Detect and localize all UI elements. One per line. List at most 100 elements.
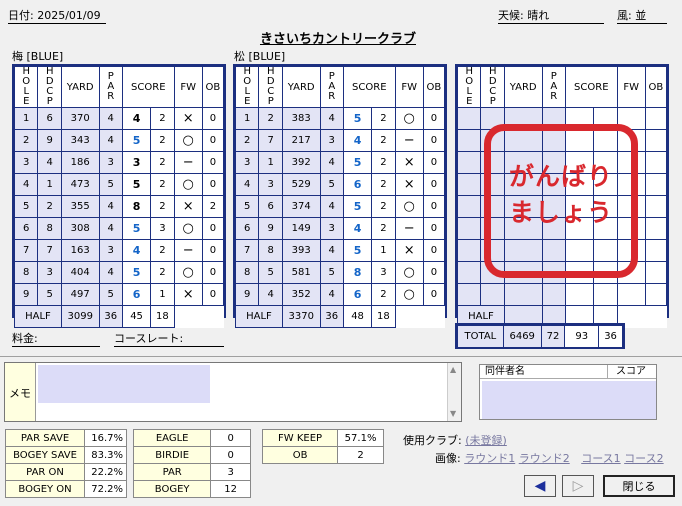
hole-row[interactable]: 2 9 343 4 5 2 ○ 0 [13,129,225,152]
close-button[interactable]: 閉じる [603,475,675,497]
hole-par: 3 [319,129,344,152]
memo-textarea[interactable] [35,363,447,421]
hole-putts: 2 [150,151,175,174]
hole-row[interactable]: 8 3 404 4 5 2 ○ 0 [13,261,225,284]
companion-name-header[interactable]: 同伴者名 [480,365,608,379]
hole-score-value: 3 [132,156,141,169]
hole-row[interactable]: 6 8 308 4 5 3 ○ 0 [13,217,225,240]
hole-row[interactable]: 9 5 497 5 6 1 × 0 [13,283,225,306]
hole-yard: 529 [281,173,321,196]
hole-putts: 2 [150,239,175,262]
hole-header: HOLE [13,66,39,108]
hole-row[interactable]: 3 4 186 3 3 2−0 [13,151,225,174]
hole-yard: 355 [60,195,100,218]
total-score: 93 [564,325,600,348]
stat-value: 2 [337,446,384,464]
hole-row[interactable]: 1 2 383 4 5 2 ○ 0 [234,107,446,130]
hole-putts: 1 [150,283,175,306]
hole-ob: 0 [422,239,446,262]
hole-ob: 0 [201,151,225,174]
prev-button[interactable]: ◀ [524,475,556,497]
stat-label: FW KEEP [261,429,339,447]
next-button[interactable]: ▷ [562,475,594,497]
hole-ob: 2 [201,195,225,218]
hole-putts: 2 [371,151,396,174]
hole-score: 5 [121,217,152,240]
stat-row: BIRDIE 0 [132,446,251,464]
hole-yard: 374 [281,195,321,218]
hole-score-value: 5 [353,112,362,125]
hole-number: 1 [13,107,39,130]
hole-fw-value: ○ [403,287,415,302]
hole-row[interactable]: 4 3 529 5 6 2 × 0 [234,173,446,196]
hole-score: 6 [342,173,373,196]
hole-putts: 2 [150,195,175,218]
hole-score: 6 [121,283,152,306]
hole-score-value: 5 [132,178,141,191]
stat-row: EAGLE 0 [132,429,251,447]
fw-header: FW [173,66,203,108]
image-round1-link[interactable]: ラウンド1 [464,452,515,465]
half-par: 36 [98,305,123,328]
hole-row[interactable]: 7 8 393 4 5 1 × 0 [234,239,446,262]
stat-value: 57.1% [337,429,384,447]
hole-score-value: 5 [132,134,141,147]
hole-score-value: 5 [353,156,362,169]
hole-ob: 0 [201,261,225,284]
companions-list[interactable]: 同伴者名 スコア [479,364,657,420]
empty-cell [456,173,482,196]
image-round2-link[interactable]: ラウンド2 [519,452,570,465]
hole-row[interactable]: 2 7 217 3 4 2−0 [234,129,446,152]
memo-box: メモ ▲ ▼ [4,362,462,422]
hole-row[interactable]: 3 1 392 4 5 2 × 0 [234,151,446,174]
hole-hdcp: 6 [37,107,62,130]
stat-row: FW KEEP 57.1% [261,429,384,447]
hole-fw-value: ○ [403,265,415,280]
hole-row[interactable] [456,283,668,306]
hole-row[interactable]: 6 9 149 3 4 2−0 [234,217,446,240]
hole-hdcp: 3 [37,261,62,284]
yard-header: YARD [281,66,321,108]
memo-scrollbar[interactable]: ▲ ▼ [447,363,461,421]
hole-par: 4 [98,107,123,130]
total-label: TOTAL [457,325,504,348]
hole-putts: 1 [371,239,396,262]
hole-row[interactable]: 4 1 473 5 5 2 ○ 0 [13,173,225,196]
yard-header: YARD [503,66,543,108]
hole-yard: 404 [60,261,100,284]
stat-row: BOGEY SAVE 83.3% [4,446,127,464]
stat-label: BOGEY ON [4,480,86,498]
ob-header: OB [201,66,225,108]
hole-ob: 0 [201,239,225,262]
image-course1-link[interactable]: コース1 [581,452,620,465]
empty-cell [456,151,482,174]
stat-value: 16.7% [84,429,127,447]
image-course2-link[interactable]: コース2 [624,452,663,465]
hole-ob: 0 [422,283,446,306]
used-clubs-link[interactable]: (未登録) [465,434,507,447]
hole-number: 5 [234,195,260,218]
companion-score-header[interactable]: スコア [608,365,656,379]
stat-row: OB 2 [261,446,384,464]
hole-yard: 383 [281,107,321,130]
hole-row[interactable]: 5 6 374 4 5 2 ○ 0 [234,195,446,218]
hole-fw-value: × [182,199,194,214]
empty-cell [644,151,668,174]
hole-header: HOLE [456,66,482,108]
hole-ob: 0 [422,129,446,152]
total-putts: 36 [598,325,623,348]
stat-value: 0 [210,446,251,464]
hole-row[interactable]: 8 5 581 5 8 3 ○ 0 [234,261,446,284]
hole-row[interactable]: 5 2 355 4 8 2 × 2 [13,195,225,218]
scroll-down-icon[interactable]: ▼ [450,409,456,418]
half-empty [395,306,444,328]
stats-fairway: FW KEEP 57.1% OB 2 [261,429,384,464]
hole-score-value: 5 [132,266,141,279]
hole-row[interactable]: 1 6 370 4 4 2 × 0 [13,107,225,130]
hole-row[interactable]: 9 4 352 4 6 2 ○ 0 [234,283,446,306]
scroll-up-icon[interactable]: ▲ [450,365,456,374]
empty-cell [456,239,482,262]
empty-cell [616,283,646,306]
hole-row[interactable]: 7 7 163 3 4 2−0 [13,239,225,262]
half-row: HALF 3370 36 48 18 [235,305,445,328]
